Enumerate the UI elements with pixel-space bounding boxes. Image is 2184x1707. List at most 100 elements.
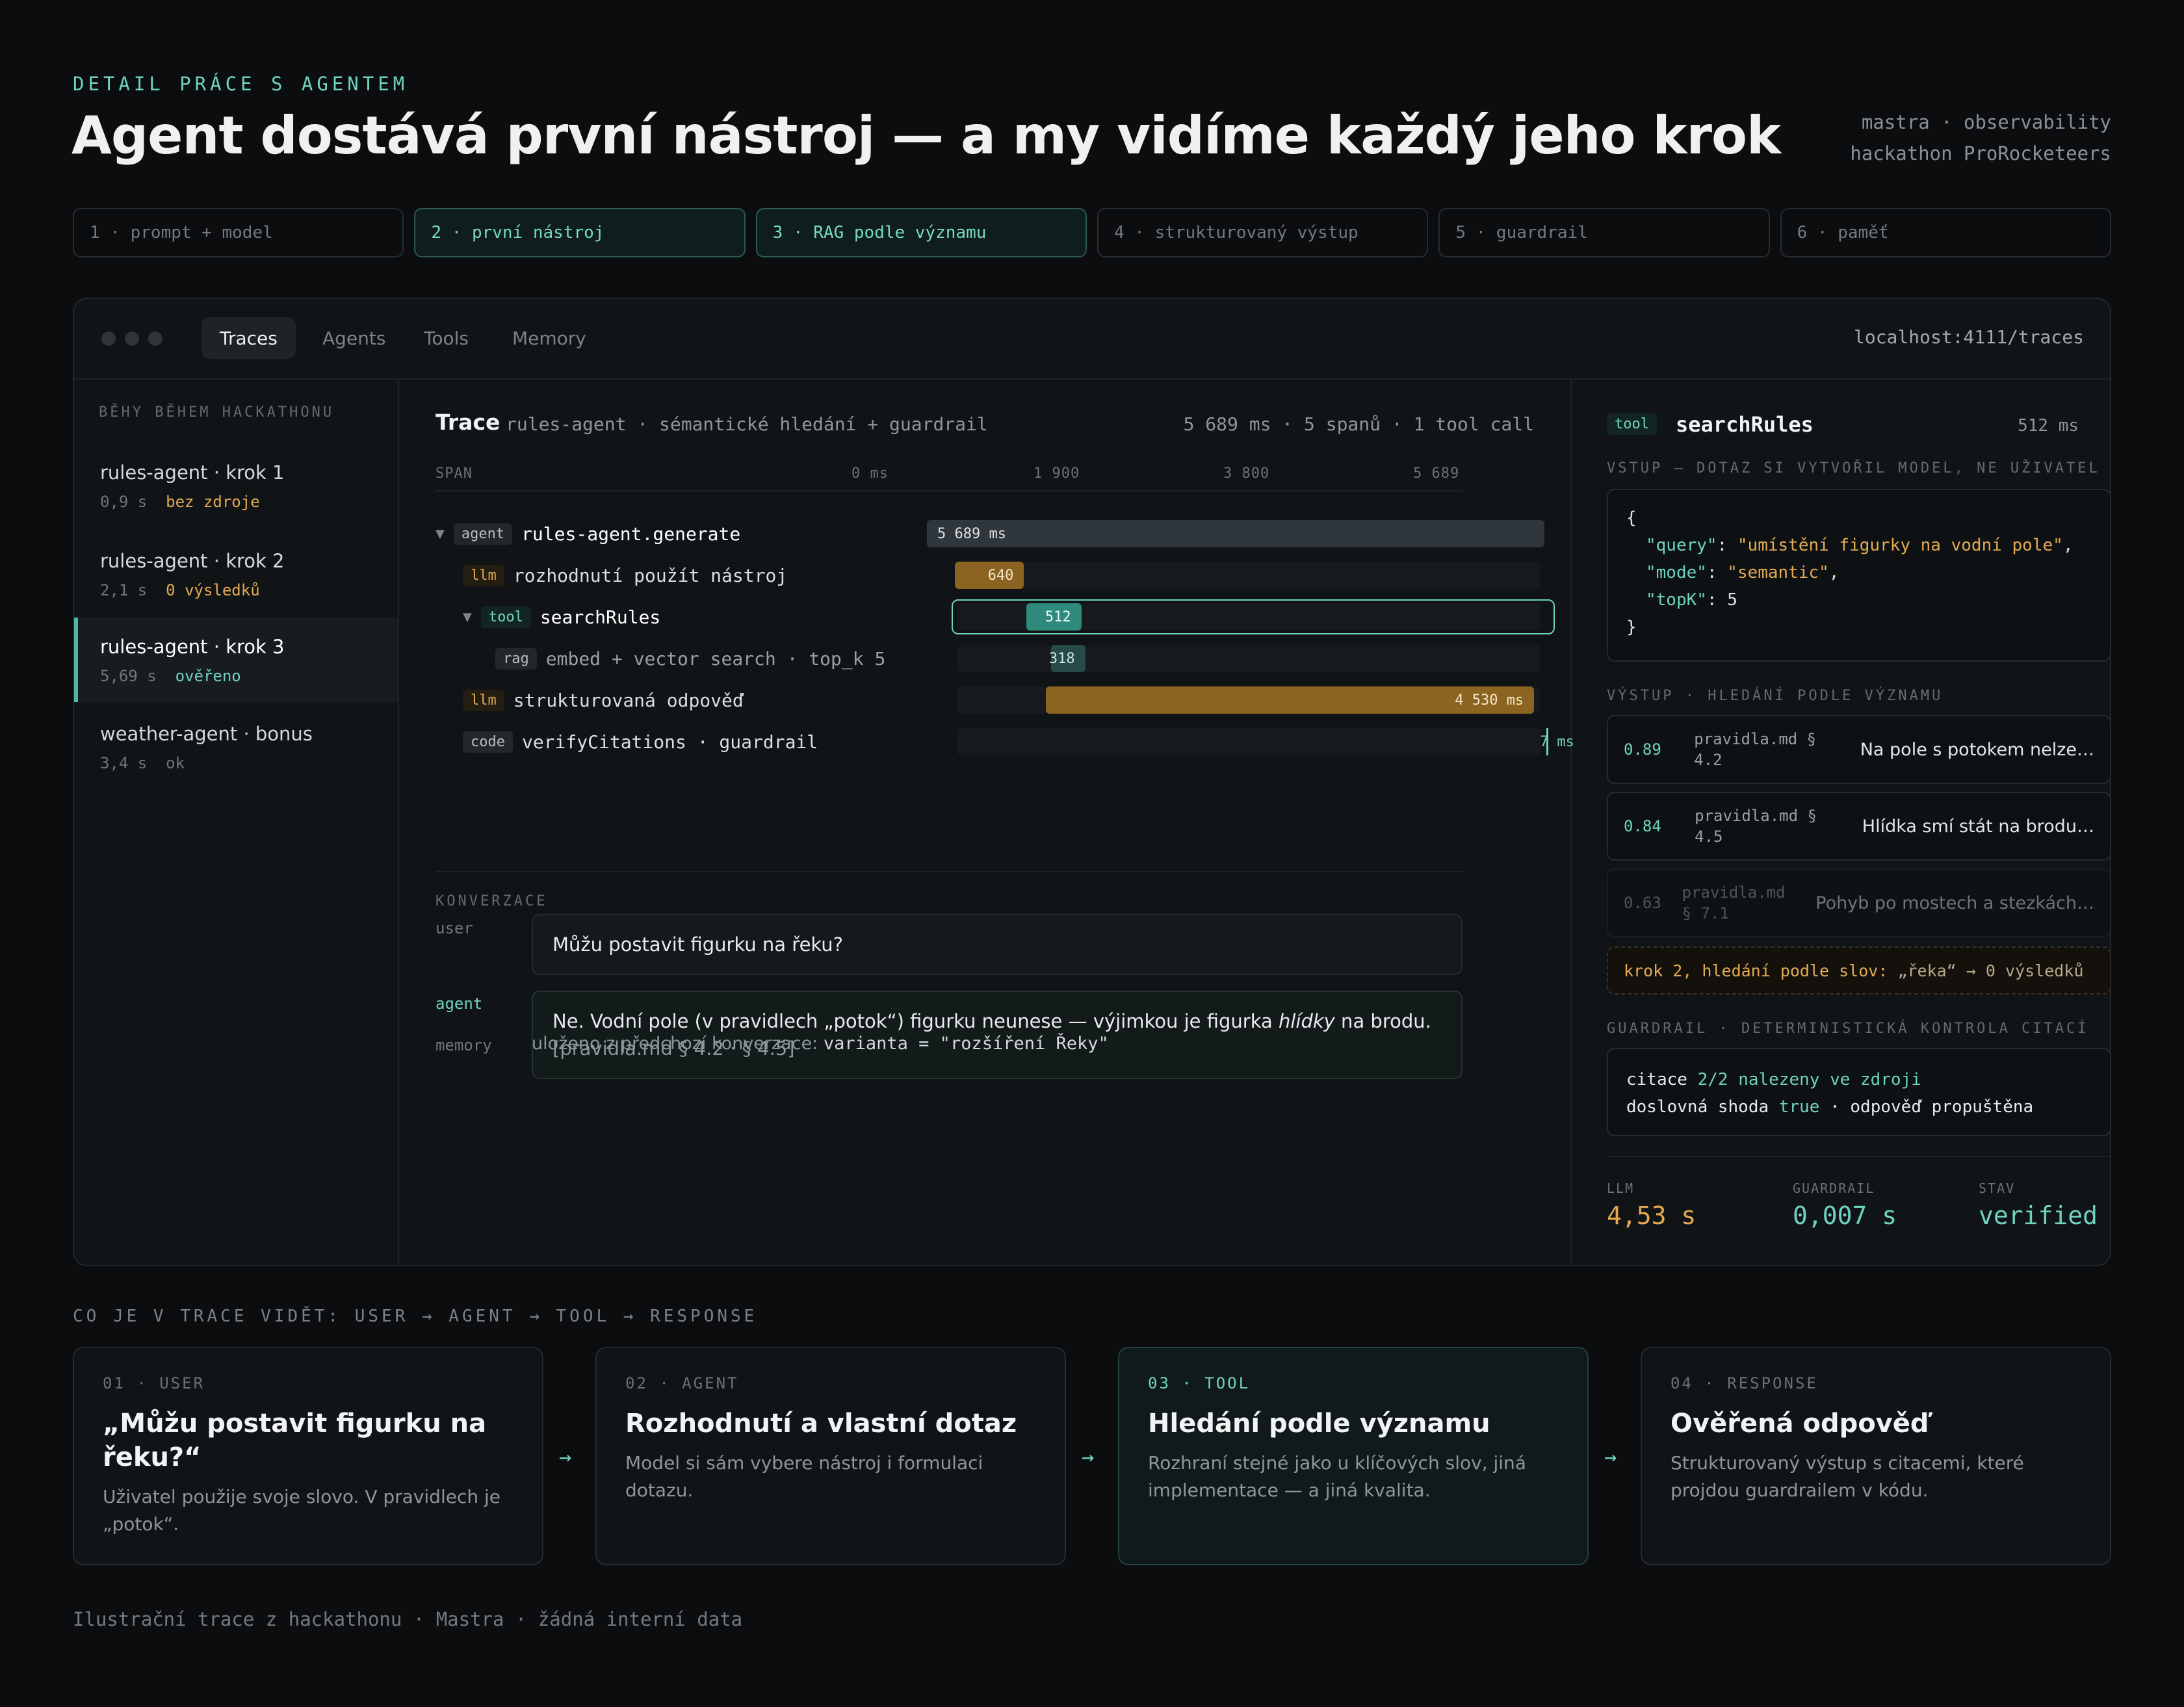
- guardrail-box: citace 2/2 nalezeny ve zdroji doslovná s…: [1607, 1048, 2110, 1136]
- result-item[interactable]: 0.89 pravidla.md § 4.2 Na pole s potokem…: [1607, 715, 2110, 784]
- step-5[interactable]: 5 · guardrail: [1438, 208, 1770, 257]
- guardrail-suffix: · odpověď propuštěna: [1819, 1097, 2034, 1117]
- span-bar-tool[interactable]: 512: [1026, 603, 1082, 631]
- result-source: pravidla.md § 4.2: [1694, 730, 1817, 769]
- span-bar-rag[interactable]: 318: [1049, 645, 1086, 672]
- metric-label: STAV: [1979, 1180, 2016, 1196]
- step-2[interactable]: 2 · první nástroj: [414, 208, 746, 257]
- metric-value: 0,007 s: [1793, 1201, 1897, 1230]
- user-message-text: Můžu postavit figurku na řeku?: [552, 933, 844, 956]
- span-bar-label: 512: [1045, 608, 1071, 625]
- section-divider: [436, 871, 1462, 872]
- footer-note: Ilustrační trace z hackathonu · Mastra ·…: [73, 1608, 743, 1630]
- run-title: rules-agent · krok 2: [100, 550, 285, 572]
- memory-value: varianta = "rozšíření Řeky": [823, 1034, 1109, 1054]
- span-bar-label: 4 530 ms: [1455, 692, 1524, 709]
- run-meta: 3,4 s ok: [100, 754, 398, 772]
- memory-label: uloženo z předchozí konverzace:: [532, 1034, 824, 1054]
- brand-block: mastra · observability hackathon ProRock…: [1850, 107, 2111, 169]
- run-time: 3,4 s: [100, 754, 148, 772]
- run-item-selected[interactable]: rules-agent · krok 3 5,69 s ověřeno: [74, 618, 398, 702]
- span-bar-code[interactable]: 7 ms: [1540, 728, 1574, 755]
- card-description: Uživatel použije svoje slovo. V pravidle…: [103, 1486, 500, 1535]
- tab-tools[interactable]: Tools: [406, 317, 487, 359]
- run-title: weather-agent · bonus: [100, 723, 313, 745]
- detail-kind-badge: tool: [1607, 413, 1657, 435]
- run-meta: 2,1 s 0 výsledků: [100, 581, 398, 599]
- result-item[interactable]: 0.63 pravidla.md § 7.1 Pohyb po mostech …: [1607, 868, 2110, 937]
- flow-card-agent: 02 · AGENT Rozhodnutí a vlastní dotaz Mo…: [595, 1347, 1066, 1565]
- agent-message-text-end: na brodu.: [1334, 1010, 1431, 1032]
- memory-note: uloženo z předchozí konverzace: varianta…: [532, 1034, 1109, 1054]
- tab-agents[interactable]: Agents: [304, 317, 404, 359]
- flow-card-response: 04 · RESPONSE Ověřená odpověď Strukturov…: [1641, 1347, 2111, 1565]
- span-track: [957, 562, 1540, 589]
- result-item[interactable]: 0.84 pravidla.md § 4.5 Hlídka smí stát n…: [1607, 792, 2110, 861]
- run-item[interactable]: rules-agent · krok 1 0,9 s bez zdroje: [74, 443, 398, 528]
- card-description: Strukturovaný výstup s citacemi, které p…: [1670, 1452, 2024, 1501]
- detail-duration: 512 ms: [2018, 416, 2079, 436]
- arrow-right-icon: →: [559, 1444, 572, 1469]
- window-dot-maximize[interactable]: [148, 332, 162, 346]
- guardrail-value: 2/2 nalezeny ve zdroji: [1697, 1070, 1921, 1089]
- json-topk-value: 5: [1727, 590, 1737, 610]
- window-dot-close[interactable]: [101, 332, 116, 346]
- span-bar-llm[interactable]: 4 530 ms: [1045, 686, 1535, 714]
- run-title: rules-agent · krok 3: [100, 636, 285, 658]
- page-eyebrow: DETAIL PRÁCE S AGENTEM: [73, 73, 409, 95]
- step-1[interactable]: 1 · prompt + model: [73, 208, 404, 257]
- card-number: 04 · RESPONSE: [1670, 1374, 1818, 1392]
- json-line-query: "query": "umístění figurky na vodní pole…: [1646, 536, 2074, 555]
- card-number: 01 · USER: [103, 1374, 205, 1392]
- page-title: Agent dostává první nástroj — a my vidím…: [72, 105, 1781, 166]
- json-line-mode: "mode": "semantic",: [1646, 563, 1840, 582]
- tab-memory[interactable]: Memory: [494, 317, 604, 359]
- agent-message-text: Ne. Vodní pole (v pravidlech „potok“) fi…: [552, 1010, 1279, 1032]
- input-json: { "query": "umístění figurky na vodní po…: [1607, 489, 2110, 662]
- run-meta: 5,69 s ověřeno: [100, 667, 398, 685]
- trace-panel: Trace rules-agent · sémantické hledání +…: [399, 380, 1574, 1265]
- step-4[interactable]: 4 · strukturovaný výstup: [1097, 208, 1429, 257]
- guardrail-line-1: citace 2/2 nalezeny ve zdroji: [1626, 1066, 2092, 1093]
- card-description: Rozhraní stejné jako u klíčových slov, j…: [1148, 1452, 1526, 1501]
- step-3[interactable]: 3 · RAG podle významu: [755, 208, 1087, 257]
- guardrail-value: true: [1778, 1097, 1820, 1117]
- result-snippet: Na pole s potokem nelze…: [1860, 739, 2094, 760]
- guardrail-label: doslovná shoda: [1626, 1097, 1779, 1117]
- guardrail-line-2: doslovná shoda true · odpověď propuštěna: [1626, 1093, 2092, 1121]
- metric-guardrail: GUARDRAIL 0,007 s: [1793, 1180, 1897, 1230]
- span-bar-label: 7 ms: [1539, 733, 1574, 750]
- window-dot-minimize[interactable]: [125, 332, 139, 346]
- guardrail-heading: GUARDRAIL · DETERMINISTICKÁ KONTROLA CIT…: [1607, 1021, 2089, 1037]
- url-display: localhost:4111/traces: [1853, 326, 2084, 348]
- json-query-value: umístění figurky na vodní pole: [1747, 536, 2053, 555]
- card-number: 03 · TOOL: [1148, 1374, 1251, 1392]
- run-meta: 0,9 s bez zdroje: [100, 493, 398, 511]
- span-bar-label: 640: [987, 567, 1014, 584]
- metric-status: STAV verified: [1979, 1180, 2098, 1230]
- flow-heading: CO JE V TRACE VIDĚT: USER → AGENT → TOOL…: [73, 1307, 758, 1326]
- run-status: ověřeno: [175, 667, 241, 685]
- result-source: pravidla.md § 4.5: [1695, 807, 1817, 846]
- tab-traces[interactable]: Traces: [202, 317, 296, 359]
- result-score: 0.89: [1624, 740, 1661, 759]
- run-item[interactable]: weather-agent · bonus 3,4 s ok: [74, 705, 398, 789]
- metric-value: 4,53 s: [1607, 1201, 1696, 1230]
- run-item[interactable]: rules-agent · krok 2 2,1 s 0 výsledků: [74, 532, 398, 616]
- card-title: Ověřená odpověď: [1670, 1409, 1929, 1439]
- result-snippet: Pohyb po mostech a stezkách…: [1815, 893, 2094, 913]
- run-status: 0 výsledků: [166, 581, 260, 599]
- detail-span-name: searchRules: [1676, 412, 1814, 437]
- span-bar-llm[interactable]: 640: [955, 562, 1024, 589]
- json-mode-value: semantic: [1737, 563, 1819, 582]
- json-brace-close: }: [1626, 618, 1637, 637]
- result-snippet: Hlídka smí stát na brodu…: [1862, 816, 2094, 837]
- step-6[interactable]: 6 · paměť: [1780, 208, 2111, 257]
- brand-line-2: hackathon ProRocketeers: [1850, 142, 2111, 164]
- span-bar-agent[interactable]: 5 689 ms: [927, 520, 1544, 547]
- card-title: „Můžu postavit figurku na řeku?“: [103, 1409, 487, 1472]
- brand-line-1: mastra · observability: [1861, 111, 2111, 133]
- run-time: 5,69 s: [100, 667, 157, 685]
- keyword-note-label: krok 2, hledání podle slov:: [1624, 961, 1888, 980]
- metric-label: GUARDRAIL: [1793, 1180, 1875, 1196]
